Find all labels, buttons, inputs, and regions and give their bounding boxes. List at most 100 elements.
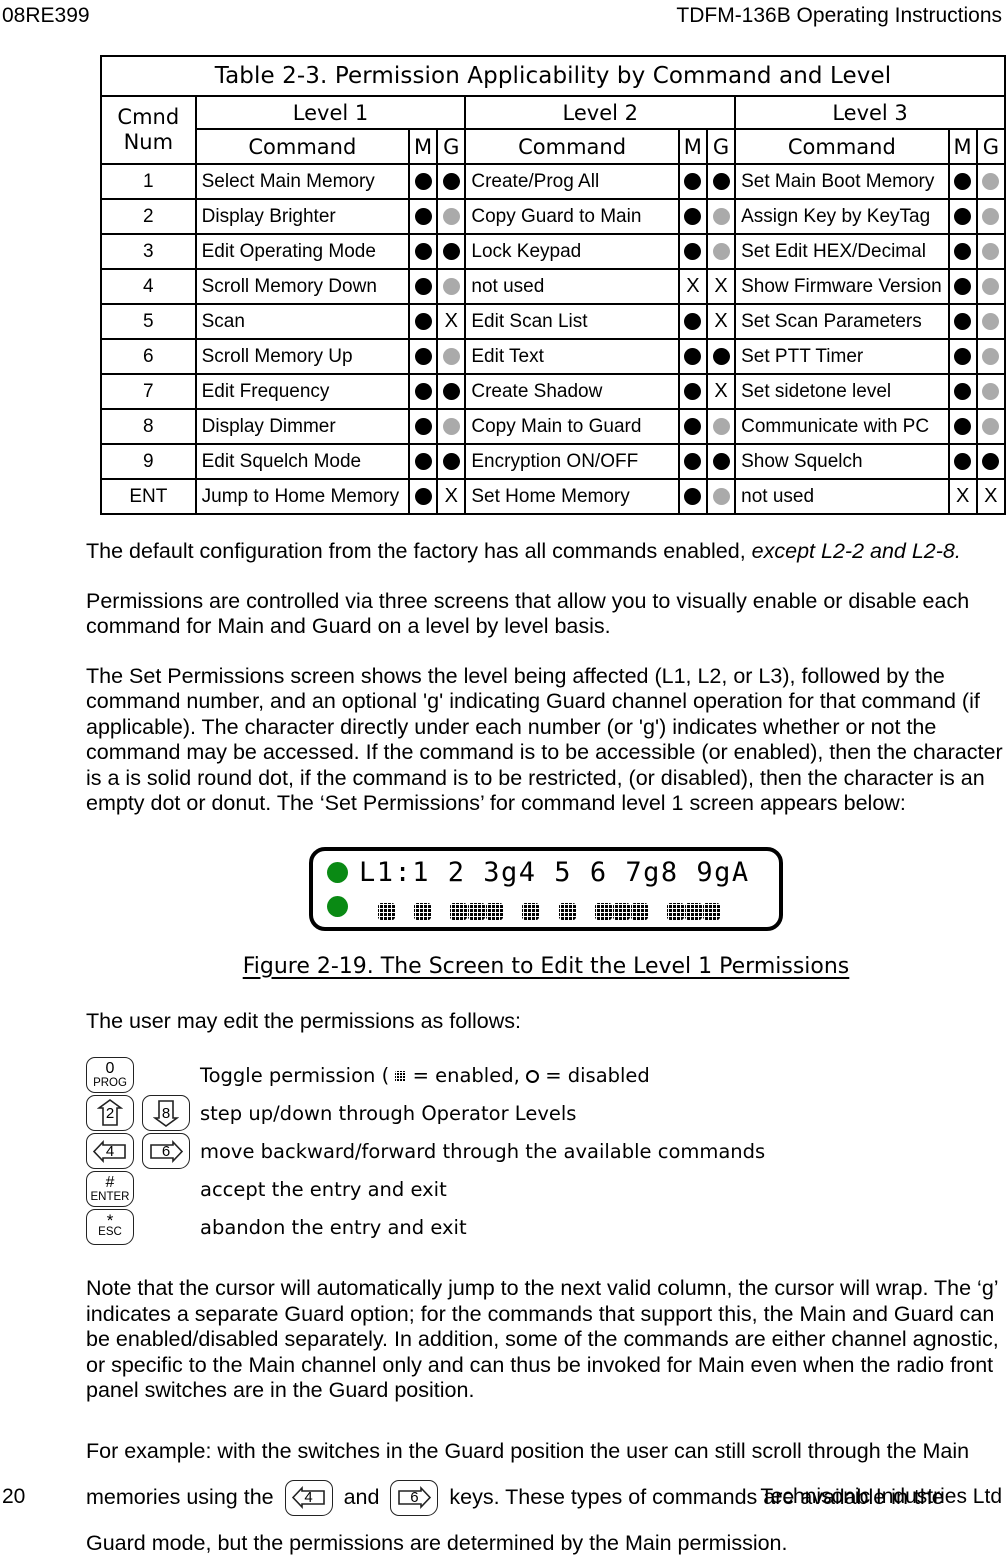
- table-subheader-row: Command M G Command M G Command M G: [101, 128, 1006, 165]
- keycap-main-label: 8: [161, 1104, 171, 1122]
- company-name: Technisonic Industries Ltd: [760, 1485, 1002, 1508]
- table-row: 2 Display Brighter Copy Guard to Main Assig…: [100, 198, 1006, 235]
- lcd-permission-marker: [594, 895, 612, 926]
- key-legend-row: # ENTER accept the entry and exit: [86, 1170, 1006, 1208]
- l2-main-permission-cell: [677, 163, 708, 200]
- l2-guard-permission-cell: [705, 338, 737, 375]
- keycap-0[interactable]: 0 PROG: [86, 1057, 134, 1093]
- lcd-permission-marker: [667, 895, 685, 926]
- l3-main-restricted-x: X: [955, 484, 970, 507]
- l1-main-enabled-dot: [414, 312, 432, 330]
- l3-guard-permission-cell: X: [975, 478, 1006, 515]
- keycap-4[interactable]: 4: [86, 1133, 134, 1169]
- l3-guard-disabled-dot: [982, 242, 1000, 260]
- l3-main-enabled-dot: [954, 347, 972, 365]
- key-legend-list: 0 PROG Toggle permission ( = enabled, = di…: [86, 1056, 1006, 1246]
- l2-m-subheader: M: [677, 128, 708, 165]
- keycap-2[interactable]: 2: [86, 1095, 134, 1131]
- keycap-8[interactable]: 8: [142, 1095, 190, 1131]
- l2-guard-permission-cell: [705, 478, 737, 515]
- l1-guard-permission-cell: [436, 373, 467, 410]
- paragraph-note-cursor: Note that the cursor will automatically …: [86, 1276, 999, 1402]
- l3-main-enabled-dot: [954, 242, 972, 260]
- lcd-marker-blank: [395, 895, 413, 926]
- l2-guard-permission-cell: X: [705, 268, 737, 305]
- l1-guard-permission-cell: [436, 268, 467, 305]
- l2-main-enabled-dot: [684, 312, 702, 330]
- row-command-number: 9: [100, 443, 197, 480]
- l1-command-cell: Edit Frequency: [194, 373, 411, 410]
- row-command-number: 6: [100, 338, 197, 375]
- keycap-star[interactable]: * ESC: [86, 1209, 134, 1245]
- l2-main-permission-cell: [677, 198, 708, 235]
- l1-guard-permission-cell: [436, 408, 467, 445]
- row-command-number: 5: [100, 303, 197, 340]
- l3-guard-disabled-dot: [982, 382, 1000, 400]
- l3-main-permission-cell: [947, 338, 978, 375]
- keycap-main-label: 6: [410, 1489, 419, 1507]
- row-command-number: 8: [100, 408, 197, 445]
- l2-main-permission-cell: [677, 373, 708, 410]
- level-3-header: Level 3: [734, 95, 1006, 130]
- l3-command-cell: Set Edit HEX/Decimal: [734, 233, 950, 270]
- figure-caption: Figure 2-19. The Screen to Edit the Leve…: [86, 954, 1006, 979]
- row-command-number: 2: [100, 198, 197, 235]
- keycap-hash[interactable]: # ENTER: [86, 1171, 134, 1207]
- lcd-permission-marker: [630, 895, 648, 926]
- cmnd-num-header: Cmnd Num: [100, 95, 197, 165]
- l1-main-permission-cell: [408, 303, 439, 340]
- l2-guard-permission-cell: X: [705, 373, 737, 410]
- l1-main-permission-cell: [408, 478, 439, 515]
- l2-command-cell: Copy Main to Guard: [464, 408, 680, 445]
- l3-guard-disabled-dot: [982, 207, 1000, 225]
- key-legend-row: 2 8 step up/down through Operator Levels: [86, 1094, 1006, 1132]
- l1-command-cell: Scroll Memory Up: [194, 338, 411, 375]
- lcd-permission-marker: [449, 895, 468, 926]
- l1-guard-permission-cell: [436, 233, 467, 270]
- lcd-line-1: L1:1 2 3g4 5 6 7g8 9gA: [359, 856, 750, 888]
- table-row: 7 Edit Frequency Create Shadow X Set sideton…: [100, 373, 1006, 410]
- l3-main-enabled-dot: [954, 312, 972, 330]
- l3-command-cell: Communicate with PC: [734, 408, 950, 445]
- table-row: ENT Jump to Home Memory X Set Home Memory no…: [100, 478, 1006, 515]
- l1-main-enabled-dot: [414, 382, 432, 400]
- keycap-main-label: *: [106, 1210, 114, 1230]
- table-level-header-row: Cmnd Num Level 1 Level 2 Level 3: [100, 95, 1006, 165]
- key-cap-group: * ESC: [86, 1209, 200, 1245]
- key-description: Toggle permission ( = enabled, = disable…: [200, 1063, 650, 1087]
- lcd-marker-blank: [540, 895, 558, 926]
- key-description: move backward/forward through the availa…: [200, 1139, 766, 1163]
- keycap-sub-label: ESC: [98, 1225, 122, 1238]
- table-row: 6 Scroll Memory Up Edit Text Set PTT Timer: [100, 338, 1006, 375]
- l2-guard-enabled-dot: [712, 347, 730, 365]
- l2-command-cell: not used: [464, 268, 680, 305]
- key-cap-group: # ENTER: [86, 1171, 200, 1207]
- keycap-6[interactable]: 6: [142, 1133, 190, 1169]
- l1-main-enabled-dot: [414, 242, 432, 260]
- l2-main-enabled-dot: [684, 452, 702, 470]
- l2-command-cell: Copy Guard to Main: [464, 198, 680, 235]
- l1-guard-disabled-dot: [442, 277, 460, 295]
- led-indicator-top: [327, 861, 348, 883]
- l2-main-enabled-dot: [684, 347, 702, 365]
- l1-command-cell: Edit Squelch Mode: [194, 443, 411, 480]
- l2-main-enabled-dot: [684, 172, 702, 190]
- l1-main-permission-cell: [408, 163, 439, 200]
- figure-caption-text: Figure 2-19. The Screen to Edit the Leve…: [242, 953, 850, 979]
- l2-guard-disabled-dot: [712, 207, 730, 225]
- l1-main-enabled-dot: [414, 277, 432, 295]
- l2-main-permission-cell: [677, 233, 708, 270]
- l3-command-cell: Show Squelch: [734, 443, 950, 480]
- default-config-text: The default configuration from the facto…: [86, 539, 752, 563]
- l1-main-enabled-dot: [414, 487, 432, 505]
- l1-main-permission-cell: [408, 373, 439, 410]
- lcd-permission-marker: [685, 895, 703, 926]
- l3-main-permission-cell: [947, 303, 978, 340]
- l2-guard-restricted-x: X: [714, 309, 728, 332]
- lcd-permission-marker: [468, 895, 486, 926]
- l3-main-enabled-dot: [954, 277, 972, 295]
- lcd-display: L1:1 2 3g4 5 6 7g8 9gA: [309, 846, 783, 931]
- l1-guard-enabled-dot: [442, 452, 460, 470]
- l2-guard-enabled-dot: [712, 452, 730, 470]
- l2-command-cell: Edit Text: [464, 338, 680, 375]
